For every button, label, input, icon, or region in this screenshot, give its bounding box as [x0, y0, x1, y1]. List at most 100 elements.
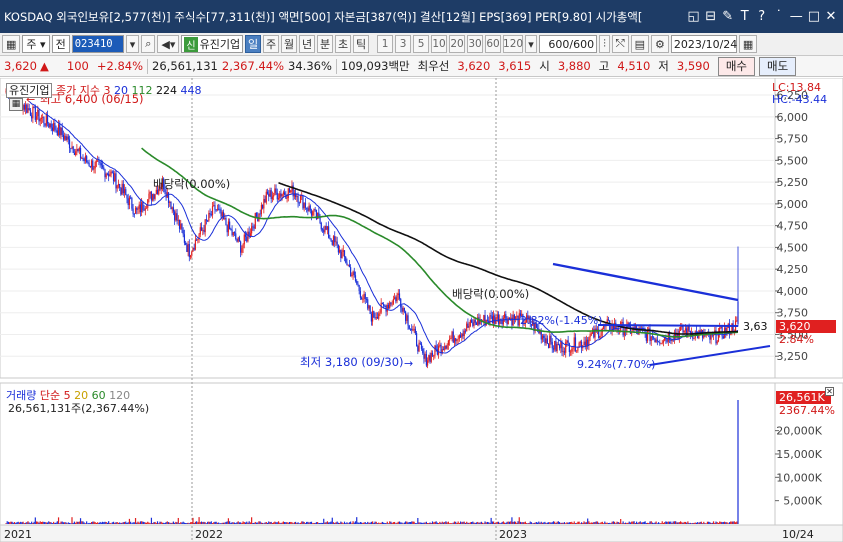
search-icon[interactable]: ⌕ — [141, 35, 156, 53]
sell-button[interactable]: 매도 — [759, 56, 797, 76]
buy-button[interactable]: 매수 — [717, 56, 755, 76]
period-tab-week[interactable]: 주 — [263, 35, 280, 53]
panel-close-icon[interactable]: ✕ — [825, 387, 834, 396]
volume-bar — [39, 521, 41, 524]
volume-bar — [343, 521, 346, 524]
volume-bar — [247, 522, 249, 524]
calendar-icon[interactable]: ▦ — [738, 35, 758, 53]
more-icon[interactable]: ˙ — [773, 9, 785, 24]
volume-bar — [469, 522, 471, 524]
interval-button-60[interactable]: 60 — [485, 35, 502, 53]
volume-bar — [478, 522, 480, 524]
candle-body — [152, 194, 154, 201]
candle-body — [557, 344, 559, 346]
volume-bar — [227, 518, 230, 524]
candle-body — [543, 335, 545, 338]
restore-icon[interactable]: ◱ — [687, 9, 699, 24]
volume-bar — [587, 518, 589, 524]
speaker-icon[interactable]: ◀▾ — [157, 35, 180, 53]
range-annotation-1: 2.82%(-1.45%) — [520, 314, 602, 327]
candle-body — [585, 339, 588, 347]
best-bid-price: 3,615 — [498, 59, 532, 73]
volume-bar — [550, 522, 552, 524]
candle-body — [416, 333, 418, 347]
interval-button-30[interactable]: 30 — [467, 35, 484, 53]
candle-body — [472, 322, 474, 326]
grid-icon[interactable]: ▦ — [2, 35, 21, 53]
period-tab-minute[interactable]: 분 — [317, 35, 334, 53]
volume-bar — [7, 521, 10, 524]
chart-canvas[interactable]: 6,2506,0005,7505,5005,2505,0004,7504,500… — [0, 77, 843, 542]
volume-bar — [665, 521, 667, 524]
candle-body — [185, 242, 187, 245]
interval-button-1[interactable]: 1 — [377, 35, 394, 53]
candle-settings-icon[interactable]: ⫶ — [599, 35, 610, 53]
volume-bar — [196, 521, 198, 524]
data-count-input[interactable]: 600/600 — [539, 35, 598, 53]
volume-bar — [705, 523, 707, 524]
stock-code-input[interactable] — [71, 35, 124, 53]
candle-body — [433, 355, 435, 357]
period-tab-year[interactable]: 년 — [299, 35, 316, 53]
calculator-icon[interactable]: ▦ — [9, 98, 23, 111]
volume-bar — [48, 521, 50, 524]
volume-bar — [363, 522, 365, 524]
close-icon[interactable]: ✕ — [825, 9, 837, 24]
volume-bar — [309, 521, 311, 524]
price-tick-label: 4,750 — [777, 220, 809, 233]
chevron-down-icon: ▾ — [40, 37, 46, 51]
candle-body — [683, 330, 685, 333]
volume-bar — [351, 523, 353, 524]
volume-bar — [321, 522, 324, 524]
candle-body — [590, 333, 592, 335]
volume-bar — [160, 521, 162, 524]
candle-body — [337, 244, 339, 253]
candle-body — [387, 304, 390, 309]
chart-check-icon[interactable]: ⤲ — [611, 35, 629, 53]
interval-dropdown[interactable]: ▾ — [525, 35, 538, 53]
help-icon[interactable]: ? — [756, 9, 768, 24]
minimize-icon[interactable]: ⊟ — [705, 9, 717, 24]
text-icon[interactable]: T — [739, 9, 751, 24]
period-tab-tick[interactable]: 틱 — [353, 35, 370, 53]
volume-bar — [27, 521, 29, 524]
maximize-icon[interactable]: □ — [808, 9, 820, 24]
window-minimize-icon[interactable]: — — [790, 9, 803, 24]
save-icon[interactable]: ▤ — [630, 35, 650, 53]
code-dropdown-button[interactable]: ▾ — [125, 35, 140, 53]
gear-icon[interactable]: ⚙ — [651, 35, 669, 53]
volume-bar — [733, 521, 735, 524]
candle-body — [373, 311, 375, 318]
candle-body — [72, 146, 74, 153]
volume-bar — [131, 523, 133, 524]
volume-bar — [601, 521, 603, 524]
stock-name-box[interactable]: 신 유진기업 — [181, 35, 244, 53]
chart-type-select[interactable]: 주 ▾ — [22, 35, 50, 53]
interval-button-20[interactable]: 20 — [449, 35, 466, 53]
pin-icon[interactable]: ✎ — [722, 9, 734, 24]
volume-bar — [623, 523, 625, 524]
chart-area[interactable]: 6,250 6,000 5,750 5,500 5,250 5,000 4,750 4,500… — [0, 77, 843, 542]
interval-button-3[interactable]: 3 — [395, 35, 412, 53]
candle-body — [412, 329, 414, 331]
period-tab-day[interactable]: 일 — [245, 35, 262, 53]
volume-bar — [11, 521, 13, 524]
volume-bar — [648, 522, 650, 524]
candle-body — [464, 330, 467, 332]
candle-body — [200, 227, 203, 231]
period-tab-second[interactable]: 초 — [335, 35, 352, 53]
market-type-select[interactable]: 전 — [51, 35, 70, 53]
volume-bar — [378, 522, 380, 524]
interval-button-10[interactable]: 10 — [431, 35, 448, 53]
interval-button-5[interactable]: 5 — [413, 35, 430, 53]
volume-bar — [582, 522, 584, 524]
candle-body — [326, 226, 328, 230]
candle-body — [251, 226, 253, 234]
date-input[interactable]: 2023/10/24 — [670, 35, 737, 53]
volume-bar — [258, 521, 260, 524]
interval-button-120[interactable]: 120 — [503, 35, 523, 53]
candle-body — [351, 274, 353, 277]
candle-body — [37, 109, 39, 117]
period-tab-month[interactable]: 월 — [281, 35, 298, 53]
volume-bar — [356, 517, 358, 524]
